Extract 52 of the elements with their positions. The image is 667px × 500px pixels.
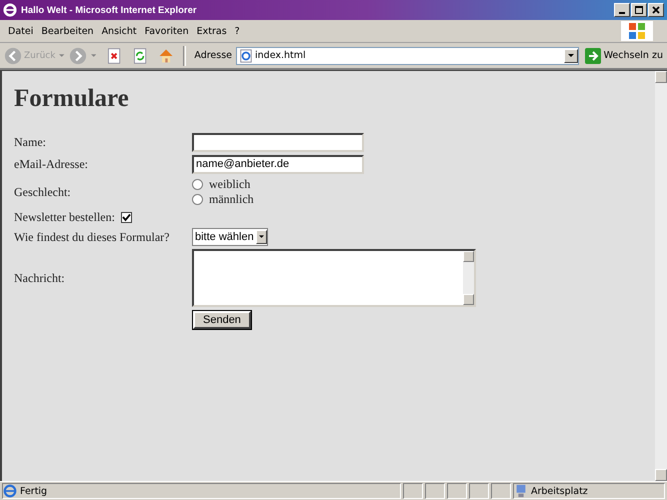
text-field[interactable]: name@anbieter.de	[192, 155, 364, 174]
menu-item[interactable]: Extras	[192, 26, 231, 36]
maximize-icon	[634, 5, 644, 15]
status-pane	[491, 483, 511, 499]
submit-button[interactable]: Senden	[193, 311, 251, 329]
status-pane	[403, 483, 423, 499]
go-button[interactable]: Wechseln zu	[584, 48, 663, 64]
status-pane	[469, 483, 489, 499]
zone-text: Arbeitsplatz	[531, 486, 588, 496]
maximize-button[interactable]	[631, 3, 647, 17]
address-label: Adresse	[194, 50, 232, 61]
field-label: Name:	[14, 135, 46, 149]
computer-icon	[514, 484, 528, 498]
field-label: eMail-Adresse:	[14, 157, 88, 171]
dropdown-button[interactable]	[564, 48, 578, 62]
browser-logo-icon	[3, 3, 17, 17]
message-textarea[interactable]	[192, 249, 476, 307]
page-icon	[239, 48, 254, 62]
scrollbar[interactable]	[655, 71, 667, 481]
browser-logo-icon	[3, 484, 17, 498]
menu-item[interactable]: Favoriten	[140, 26, 193, 36]
checkbox[interactable]	[120, 212, 132, 223]
field-label: Nachricht:	[14, 270, 65, 284]
address-field[interactable]: index.html	[236, 46, 579, 64]
page-heading: Formulare	[14, 85, 130, 113]
radio-button[interactable]	[192, 179, 203, 190]
close-button[interactable]	[648, 3, 664, 17]
caret-icon	[568, 54, 574, 58]
window-title: Hallo Welt - Microsoft Internet Explorer	[21, 4, 198, 16]
status-text: Fertig	[20, 486, 48, 496]
refresh-icon[interactable]	[132, 46, 148, 64]
menu-item[interactable]: ?	[230, 26, 244, 36]
menu-item[interactable]: Bearbeiten	[37, 26, 98, 36]
menu-item[interactable]: Datei	[4, 26, 38, 36]
radio-label: männlich	[209, 192, 254, 207]
windows-logo-icon	[621, 21, 653, 41]
field-label: Geschlecht:	[14, 184, 71, 198]
field-label: Newsletter bestellen:	[14, 210, 115, 225]
radio-label: weiblich	[209, 177, 250, 192]
go-arrow-icon	[584, 48, 601, 64]
field-label: Wie findest du dieses Formular?	[14, 230, 170, 244]
radio-button[interactable]	[192, 194, 203, 205]
caret-icon	[258, 235, 264, 239]
minimize-icon	[619, 12, 625, 14]
stop-icon[interactable]	[106, 46, 122, 64]
status-pane	[425, 483, 445, 499]
menu-item[interactable]: Ansicht	[98, 26, 141, 36]
minimize-button[interactable]	[614, 3, 630, 17]
dropdown-field[interactable]: bitte wählen	[192, 228, 268, 246]
close-icon	[651, 5, 661, 15]
text-field[interactable]	[192, 133, 364, 152]
status-pane	[447, 483, 467, 499]
